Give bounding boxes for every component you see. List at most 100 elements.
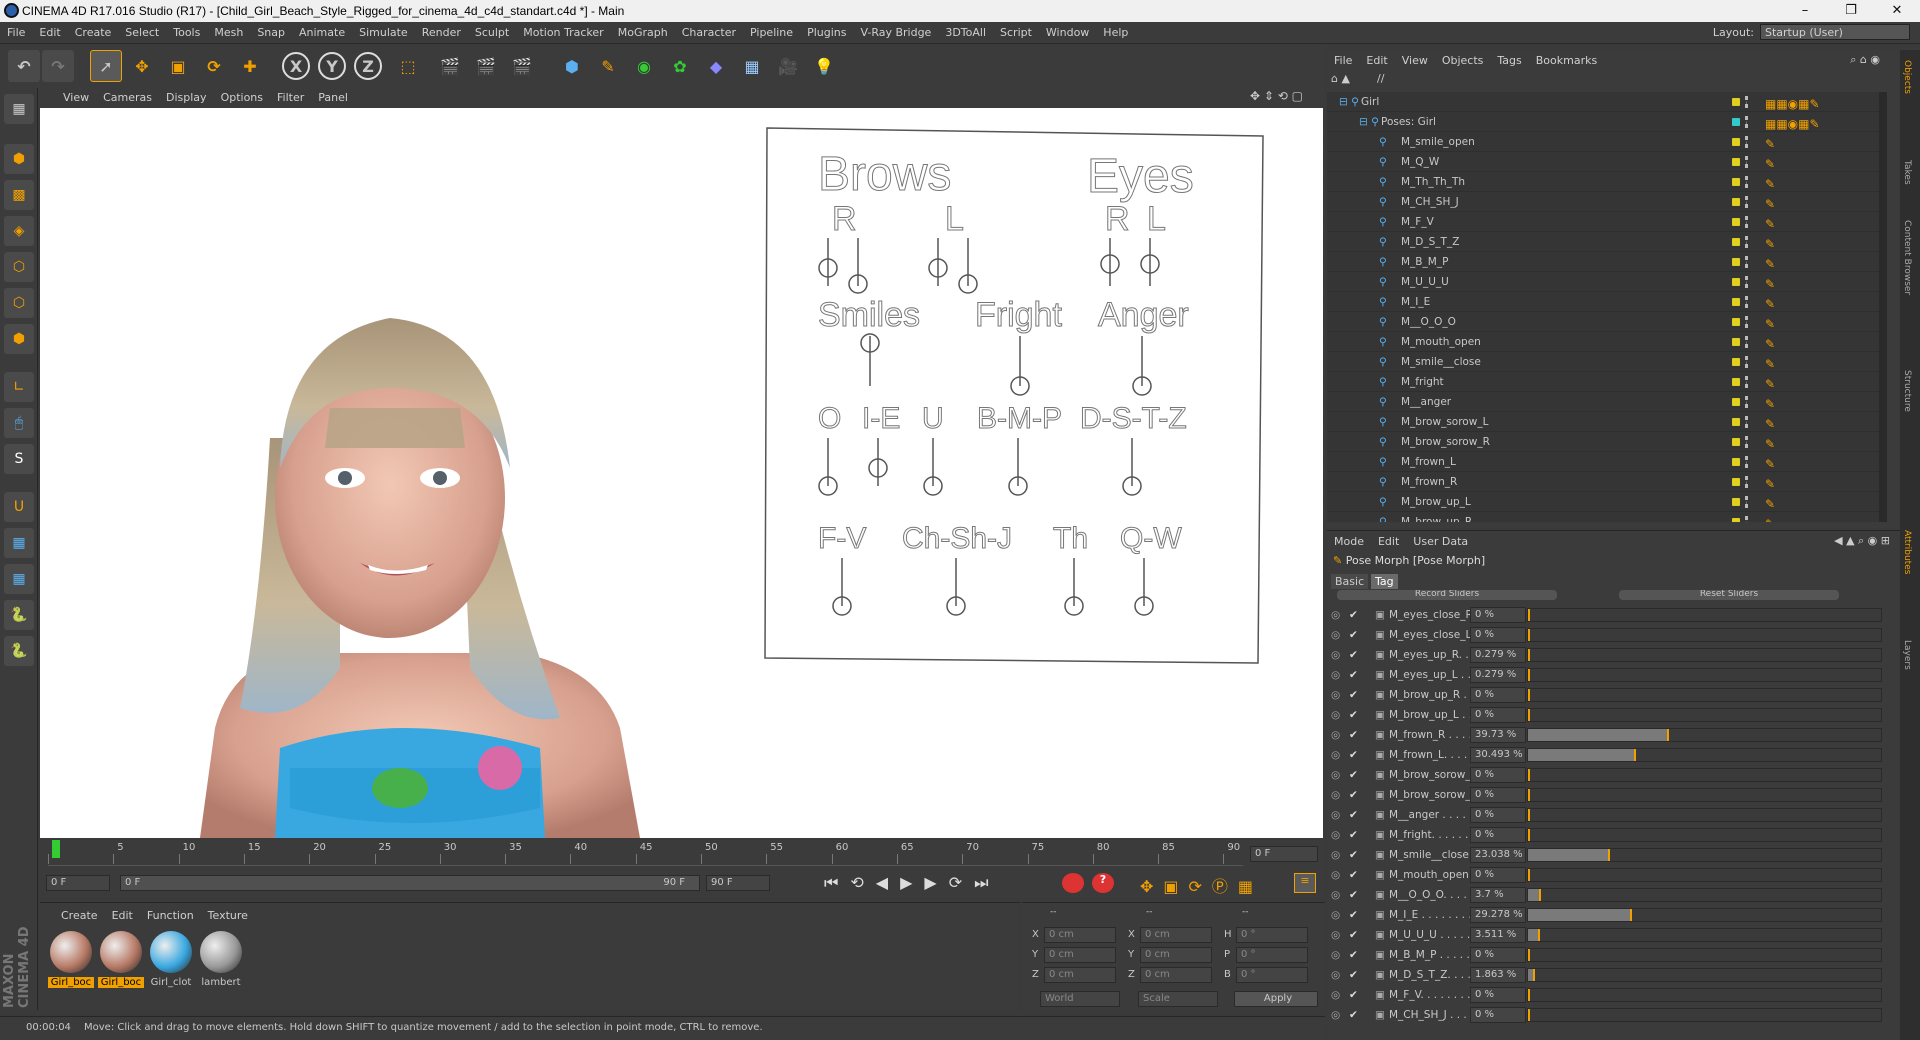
- object-search-icon[interactable]: ⌕ ⌂ ◉: [1850, 53, 1880, 67]
- move-tool-icon[interactable]: ✥: [126, 50, 158, 82]
- animate-toggle-icon[interactable]: ◎: [1331, 665, 1340, 685]
- end-frame-field[interactable]: 90 F: [706, 875, 770, 891]
- morph-value-field[interactable]: 3.511 %: [1470, 927, 1526, 943]
- visibility-dots[interactable]: [1745, 236, 1749, 248]
- enable-checkbox[interactable]: ✔: [1349, 925, 1358, 945]
- morph-mode-icon[interactable]: ▣: [1375, 825, 1385, 845]
- morph-slider-track[interactable]: [1527, 628, 1882, 642]
- enable-checkbox[interactable]: ✔: [1349, 705, 1358, 725]
- object-row[interactable]: ⚲ M_brow_up_R ✎: [1327, 512, 1887, 522]
- morph-value-field[interactable]: 0 %: [1470, 627, 1526, 643]
- morph-mode-icon[interactable]: ▣: [1375, 805, 1385, 825]
- morph-mode-icon[interactable]: ▣: [1375, 885, 1385, 905]
- morph-value-field[interactable]: 0 %: [1470, 1007, 1526, 1023]
- coord-size-dropdown[interactable]: Scale: [1138, 991, 1218, 1007]
- morph-mode-icon[interactable]: ▣: [1375, 785, 1385, 805]
- menu-script[interactable]: Script: [993, 22, 1039, 44]
- morph-mode-icon[interactable]: ▣: [1375, 1005, 1385, 1025]
- enable-checkbox[interactable]: ✔: [1349, 725, 1358, 745]
- visibility-dots[interactable]: [1745, 296, 1749, 308]
- animate-toggle-icon[interactable]: ◎: [1331, 985, 1340, 1005]
- viewport-menu-cameras[interactable]: Cameras: [96, 88, 159, 108]
- visibility-dots[interactable]: [1745, 396, 1749, 408]
- render-picture-viewer-icon[interactable]: 🎬: [470, 50, 502, 82]
- morph-mode-icon[interactable]: ▣: [1375, 985, 1385, 1005]
- morph-slider-track[interactable]: [1527, 768, 1882, 782]
- object-row[interactable]: ⚲ M_B_M_P ✎: [1327, 252, 1887, 272]
- visibility-dots[interactable]: [1745, 316, 1749, 328]
- enable-checkbox[interactable]: ✔: [1349, 945, 1358, 965]
- menu-render[interactable]: Render: [415, 22, 468, 44]
- workplane-mode-icon[interactable]: ◈: [4, 216, 34, 246]
- object-menu-objects[interactable]: Objects: [1435, 50, 1491, 72]
- enable-checkbox[interactable]: ✔: [1349, 645, 1358, 665]
- mograph-cloner-icon[interactable]: ✿: [664, 50, 696, 82]
- visibility-dots[interactable]: [1745, 116, 1749, 128]
- viewport-menu-view[interactable]: View: [56, 88, 96, 108]
- current-frame-field[interactable]: 0 F: [1250, 846, 1318, 862]
- animate-toggle-icon[interactable]: ◎: [1331, 965, 1340, 985]
- morph-value-field[interactable]: 0 %: [1470, 607, 1526, 623]
- enable-checkbox[interactable]: ✔: [1349, 745, 1358, 765]
- record-button[interactable]: [1062, 873, 1084, 893]
- morph-mode-icon[interactable]: ▣: [1375, 645, 1385, 665]
- visibility-dots[interactable]: [1745, 356, 1749, 368]
- pose-morph-tag-icon[interactable]: ✎: [1765, 354, 1775, 374]
- visibility-dots[interactable]: [1745, 216, 1749, 228]
- visibility-dots[interactable]: [1745, 176, 1749, 188]
- morph-slider-track[interactable]: [1527, 788, 1882, 802]
- floor-icon[interactable]: ▦: [736, 50, 768, 82]
- attribute-menu-user-data[interactable]: User Data: [1406, 531, 1475, 553]
- pose-morph-tag-icon[interactable]: ✎: [1765, 374, 1775, 394]
- material-menu-function[interactable]: Function: [140, 905, 201, 927]
- coord-value-field[interactable]: 0 cm: [1044, 967, 1116, 983]
- visibility-dots[interactable]: [1745, 456, 1749, 468]
- object-row[interactable]: ⚲ M_brow_sorow_R ✎: [1327, 432, 1887, 452]
- spline-pen-icon[interactable]: ✎: [592, 50, 624, 82]
- visibility-dots[interactable]: [1745, 96, 1749, 108]
- 3d-viewport[interactable]: Brows Eyes R L R L Smiles Fright Anger O…: [40, 108, 1323, 838]
- object-row[interactable]: ⚲ M__O_O_O ✎: [1327, 312, 1887, 332]
- morph-slider-track[interactable]: [1527, 828, 1882, 842]
- morph-mode-icon[interactable]: ▣: [1375, 765, 1385, 785]
- object-menu-edit[interactable]: Edit: [1359, 50, 1394, 72]
- side-tab-objects[interactable]: Objects: [1902, 60, 1912, 94]
- attribute-menu-mode[interactable]: Mode: [1327, 531, 1371, 553]
- morph-slider-track[interactable]: [1527, 988, 1882, 1002]
- attribute-tab-tag[interactable]: Tag: [1371, 574, 1398, 589]
- object-row[interactable]: ⊟ ⚲ Poses: Girl ▦▦◉▦✎: [1327, 112, 1887, 132]
- object-row[interactable]: ⚲ M_smile__close ✎: [1327, 352, 1887, 372]
- menu-mesh[interactable]: Mesh: [207, 22, 250, 44]
- viewport-nav-icon[interactable]: ✥ ⇕ ⟲ ▢: [1250, 89, 1303, 103]
- visibility-dots[interactable]: [1745, 156, 1749, 168]
- model-mode-icon[interactable]: ⬢: [4, 144, 34, 174]
- morph-value-field[interactable]: 0 %: [1470, 787, 1526, 803]
- coord-value-field[interactable]: 0 cm: [1044, 927, 1116, 943]
- pose-morph-tag-icon[interactable]: ✎: [1765, 254, 1775, 274]
- lock-workplane-icon[interactable]: ▦: [4, 528, 34, 558]
- morph-value-field[interactable]: 0 %: [1470, 987, 1526, 1003]
- morph-value-field[interactable]: 0.279 %: [1470, 647, 1526, 663]
- morph-slider-track[interactable]: [1527, 948, 1882, 962]
- pose-morph-tag-icon[interactable]: ✎: [1765, 414, 1775, 434]
- viewport-menu-panel[interactable]: Panel: [311, 88, 355, 108]
- apply-button[interactable]: Apply: [1234, 991, 1318, 1007]
- morph-slider-track[interactable]: [1527, 908, 1882, 922]
- object-row[interactable]: ⚲ M_Q_W ✎: [1327, 152, 1887, 172]
- visibility-dots[interactable]: [1745, 256, 1749, 268]
- morph-slider-track[interactable]: [1527, 808, 1882, 822]
- visibility-dots[interactable]: [1745, 276, 1749, 288]
- animate-toggle-icon[interactable]: ◎: [1331, 625, 1340, 645]
- enable-checkbox[interactable]: ✔: [1349, 625, 1358, 645]
- menu-motion-tracker[interactable]: Motion Tracker: [516, 22, 610, 44]
- material-swatch[interactable]: Girl_clot: [148, 931, 194, 993]
- animate-toggle-icon[interactable]: ◎: [1331, 945, 1340, 965]
- pose-morph-tag-icon[interactable]: ▦▦◉▦✎: [1765, 114, 1820, 134]
- layout-dropdown[interactable]: Startup (User): [1760, 24, 1910, 40]
- animate-toggle-icon[interactable]: ◎: [1331, 905, 1340, 925]
- enable-checkbox[interactable]: ✔: [1349, 765, 1358, 785]
- animate-toggle-icon[interactable]: ◎: [1331, 785, 1340, 805]
- animate-toggle-icon[interactable]: ◎: [1331, 865, 1340, 885]
- planar-workplane-icon[interactable]: ▦: [4, 564, 34, 594]
- texture-mode-icon[interactable]: ▩: [4, 180, 34, 210]
